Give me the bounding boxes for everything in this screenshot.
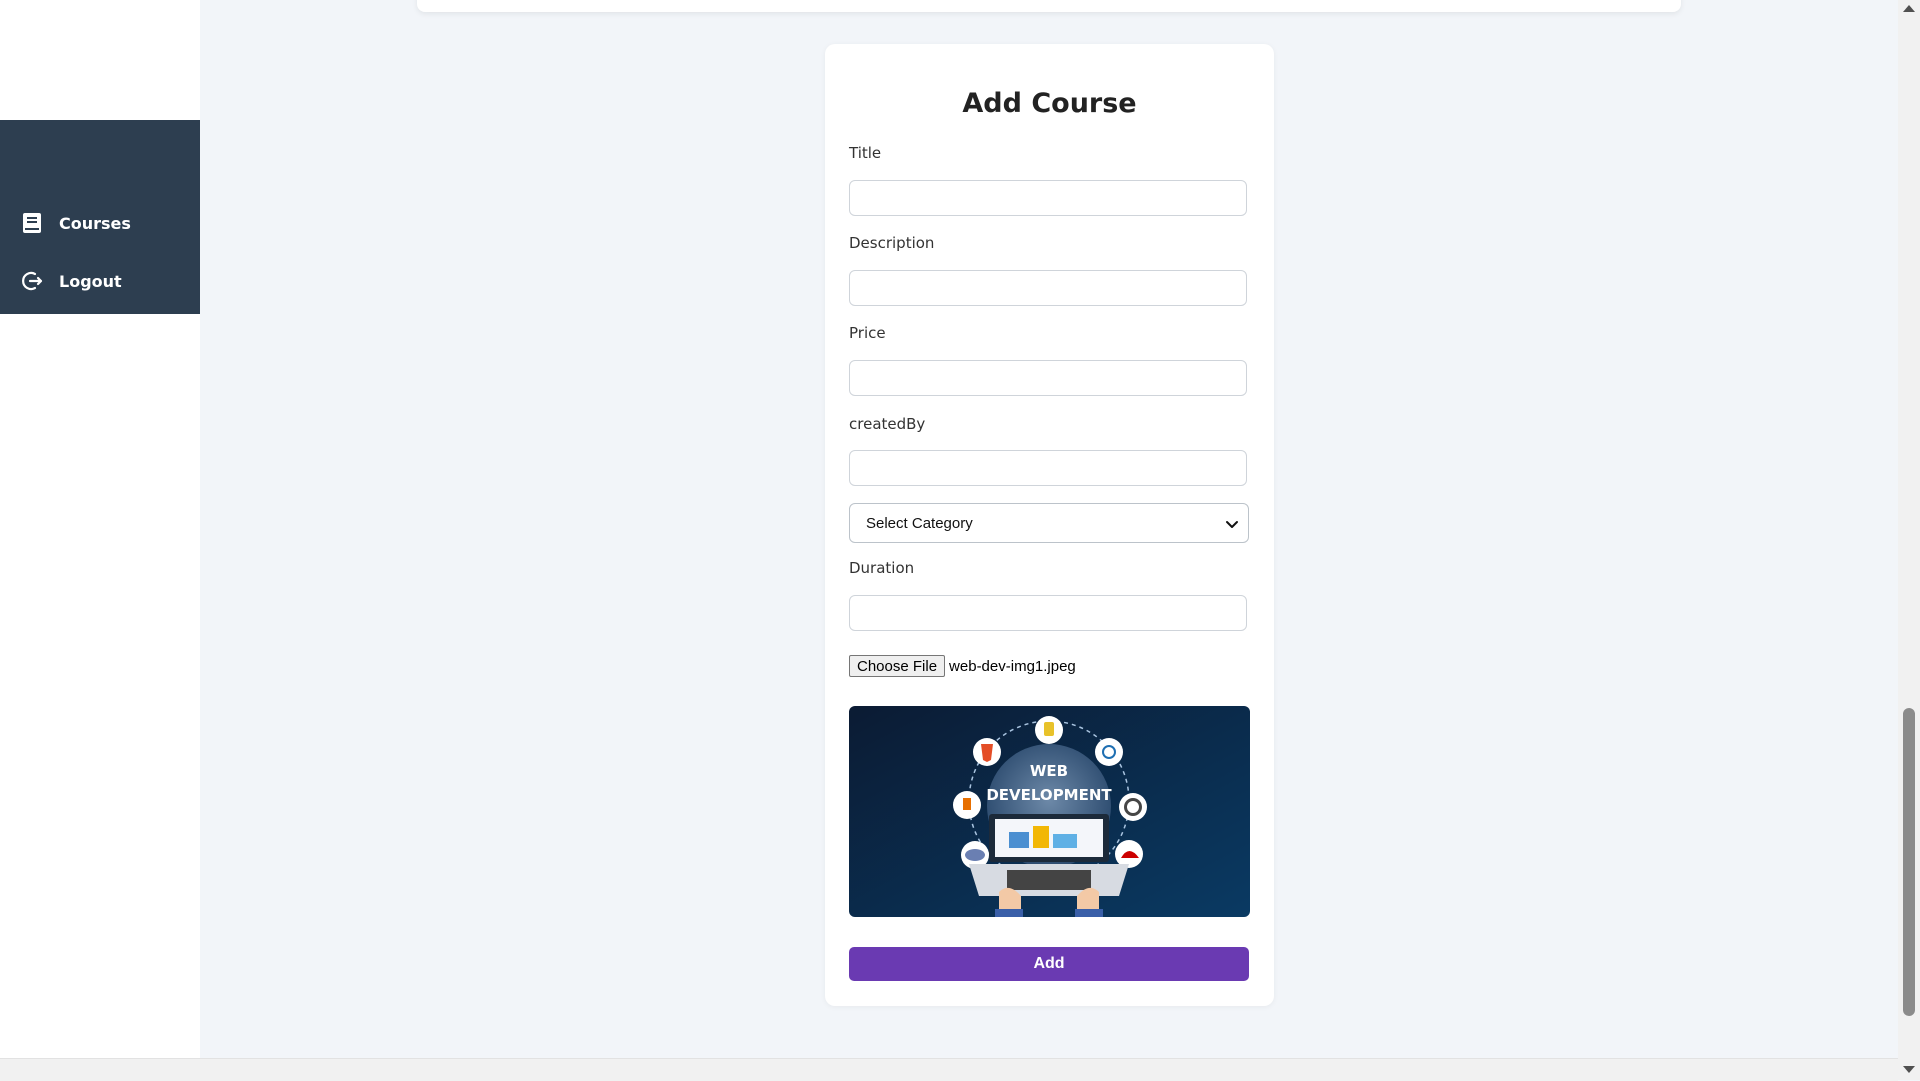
- web-development-illustration: WEB DEVELOPMENT: [849, 706, 1250, 917]
- created-by-input[interactable]: [849, 450, 1247, 486]
- sidebar-item-home[interactable]: Home: [0, 25, 200, 65]
- scrollbar-thumb[interactable]: [1903, 708, 1915, 1016]
- add-button[interactable]: Add: [849, 947, 1249, 981]
- top-card-edge: [417, 0, 1681, 12]
- page-title: Add Course: [962, 88, 1137, 119]
- scroll-up-arrow-icon[interactable]: [1901, 2, 1917, 14]
- preview-text-development: DEVELOPMENT: [986, 786, 1112, 804]
- price-label: Price: [849, 324, 886, 342]
- scroll-down-arrow-icon[interactable]: [1901, 1064, 1917, 1076]
- sidebar-item-logout[interactable]: Logout: [0, 261, 200, 301]
- sidebar-item-label: Home: [59, 35, 111, 55]
- duration-input[interactable]: [849, 595, 1247, 631]
- horizontal-scrollbar[interactable]: [0, 1058, 1898, 1081]
- price-input[interactable]: [849, 360, 1247, 396]
- sidebar-item-courses[interactable]: Courses: [0, 203, 200, 243]
- course-image-preview: WEB DEVELOPMENT: [849, 706, 1250, 917]
- book-icon: [20, 211, 44, 235]
- preview-text-web: WEB: [1030, 762, 1068, 780]
- description-input[interactable]: [849, 270, 1247, 306]
- selected-file-name: web-dev-img1.jpeg: [949, 657, 1076, 675]
- description-label: Description: [849, 234, 935, 252]
- sidebar-item-label: Logout: [59, 271, 122, 291]
- title-label: Title: [849, 144, 882, 162]
- chevron-down-icon: [1224, 516, 1240, 532]
- category-select[interactable]: Select Category: [849, 503, 1249, 543]
- title-input[interactable]: [849, 180, 1247, 216]
- sidebar-item-label: Courses: [59, 213, 131, 233]
- logout-icon: [20, 269, 44, 293]
- choose-file-button[interactable]: Choose File: [849, 655, 946, 677]
- sidebar: Home Courses Logout: [0, 36, 200, 314]
- created-by-label: createdBy: [849, 415, 926, 433]
- file-picker: Choose File web-dev-img1.jpeg: [849, 654, 1076, 678]
- duration-label: Duration: [849, 559, 915, 577]
- category-select-value: Select Category: [866, 514, 973, 532]
- home-icon: [20, 33, 44, 57]
